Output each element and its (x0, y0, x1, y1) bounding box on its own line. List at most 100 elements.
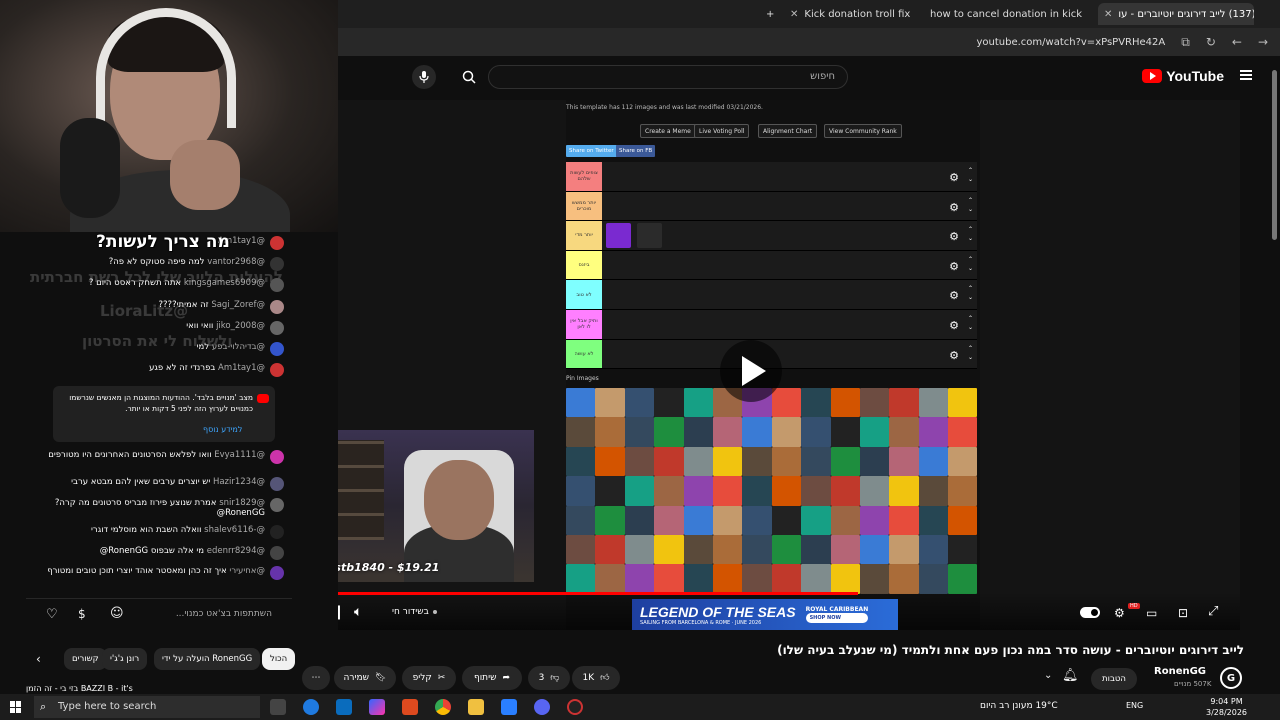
avatar[interactable] (270, 363, 284, 377)
community-rank-button[interactable]: View Community Rank (824, 124, 902, 138)
pool-image[interactable] (566, 476, 596, 506)
app-icon[interactable] (501, 699, 517, 715)
avatar[interactable] (270, 566, 284, 580)
pool-image[interactable] (654, 446, 684, 477)
pool-image[interactable] (918, 446, 949, 477)
share-button[interactable]: שיתוף ➦ (462, 666, 522, 690)
live-voting-poll-button[interactable]: Live Voting Poll (694, 124, 750, 138)
pool-image[interactable] (948, 417, 978, 447)
perks-button[interactable]: הטבות (1091, 668, 1137, 690)
reorder-arrows-icon[interactable]: ⌃ ⌄ (968, 255, 973, 273)
pool-image[interactable] (683, 446, 713, 477)
chat-author[interactable]: @Am1tay1 (215, 363, 265, 373)
pool-image[interactable] (771, 564, 802, 594)
chat-author[interactable]: @kingsgames6909 (181, 278, 265, 288)
pool-image[interactable] (918, 476, 949, 506)
pool-image[interactable] (801, 446, 831, 477)
new-tab-button[interactable]: + (760, 3, 778, 25)
pool-image[interactable] (624, 564, 655, 594)
avatar[interactable] (270, 477, 284, 491)
pool-image[interactable] (948, 388, 978, 418)
pool-image[interactable] (566, 564, 596, 594)
pool-image[interactable] (948, 505, 978, 535)
pool-image[interactable] (801, 388, 831, 418)
pool-image[interactable] (801, 564, 831, 594)
copilot-icon[interactable] (369, 699, 385, 715)
pool-image[interactable] (771, 476, 802, 506)
clock[interactable]: 9:04 PM 3/28/2026 (1206, 696, 1247, 718)
pool-image[interactable] (889, 446, 919, 477)
close-icon[interactable]: ✕ (1104, 9, 1112, 20)
youtube-logo[interactable]: YouTube (1142, 68, 1224, 84)
file-explorer-icon[interactable] (468, 699, 484, 715)
pool-image[interactable] (624, 476, 655, 506)
chevron-down-icon[interactable]: ⌄ (1044, 670, 1052, 681)
like-button[interactable]: 1K 👍︎ (572, 666, 620, 690)
pool-image[interactable] (742, 505, 772, 535)
reorder-arrows-icon[interactable]: ⌃ ⌄ (968, 314, 973, 332)
dislike-button[interactable]: 3 👎︎ (528, 666, 570, 690)
create-meme-button[interactable]: Create a Meme (640, 124, 696, 138)
channel-avatar[interactable]: G (1220, 667, 1242, 689)
close-icon[interactable]: ✕ (790, 9, 798, 20)
language-indicator[interactable]: ENG (1126, 701, 1143, 710)
back-arrow-icon[interactable]: ← (1232, 35, 1242, 49)
pool-image[interactable] (801, 476, 831, 506)
pool-image[interactable] (624, 417, 655, 447)
pool-image[interactable] (948, 476, 978, 506)
chat-author[interactable]: @jiko_2008 (213, 321, 265, 331)
alignment-chart-button[interactable]: Alignment Chart (758, 124, 818, 138)
reload-icon[interactable]: ↻ (1206, 35, 1216, 49)
chat-author[interactable]: @אחיעירי (227, 566, 265, 576)
pool-image[interactable] (918, 534, 949, 565)
channel-name[interactable]: RonenGG (1154, 666, 1206, 677)
pool-image[interactable] (712, 505, 743, 535)
pool-image[interactable] (595, 388, 625, 418)
tier-label[interactable]: יותר מדי (566, 221, 602, 250)
tab-cancel-donation[interactable]: how to cancel donation in kick (918, 3, 1094, 25)
pool-image[interactable] (654, 388, 684, 418)
super-chat-icon[interactable]: $ (78, 607, 86, 621)
pool-image[interactable] (859, 505, 890, 535)
pool-image[interactable] (801, 534, 831, 565)
obs-icon[interactable] (567, 699, 583, 715)
gear-icon[interactable]: ⚙ (949, 201, 959, 214)
pool-image[interactable] (566, 446, 596, 477)
pool-image[interactable] (742, 534, 772, 565)
tier-label[interactable]: יותר ממשש מוכרים (566, 191, 602, 221)
avatar[interactable] (270, 321, 284, 335)
pool-image[interactable] (712, 534, 743, 565)
tab-kick-donation[interactable]: ✕ Kick donation troll fix (784, 3, 914, 25)
pool-image[interactable] (595, 564, 625, 594)
autoplay-toggle[interactable] (1080, 607, 1100, 618)
store-icon[interactable] (336, 699, 352, 715)
tier-label[interactable]: לא עושה (566, 339, 602, 369)
pool-image[interactable] (859, 388, 890, 418)
pool-image[interactable] (742, 446, 772, 477)
pool-image[interactable] (889, 564, 919, 594)
tier-label[interactable]: ותיק אבל אין לו לאן (566, 309, 602, 339)
reorder-arrows-icon[interactable]: ⌃ ⌄ (968, 344, 973, 362)
pool-image[interactable] (566, 505, 596, 535)
pool-image[interactable] (889, 505, 919, 535)
ad-banner[interactable]: LEGEND OF THE SEAS SAILING FROM BARCELON… (632, 599, 898, 630)
pool-image[interactable] (889, 476, 919, 506)
pool-image[interactable] (830, 534, 860, 565)
pool-image[interactable] (830, 446, 860, 477)
avatar[interactable] (270, 257, 284, 271)
avatar[interactable] (270, 342, 284, 356)
video-player[interactable]: This template has 112 images and was las… (338, 100, 1240, 630)
pool-image[interactable] (742, 417, 772, 447)
url-field[interactable]: youtube.com/watch?v=xPsPVRHe42A (976, 37, 1165, 48)
progress-bar[interactable] (338, 592, 858, 595)
pool-image[interactable] (859, 417, 890, 447)
discord-icon[interactable] (534, 699, 550, 715)
pool-image[interactable] (624, 388, 655, 418)
avatar[interactable] (270, 525, 284, 539)
chat-author[interactable]: @Evya1111 (212, 450, 265, 460)
gear-icon[interactable]: ⚙ (1114, 606, 1125, 620)
ad-shop-button[interactable]: SHOP NOW (805, 613, 869, 623)
pool-image[interactable] (801, 417, 831, 447)
pool-image[interactable] (712, 564, 743, 594)
pool-image[interactable] (771, 417, 802, 447)
